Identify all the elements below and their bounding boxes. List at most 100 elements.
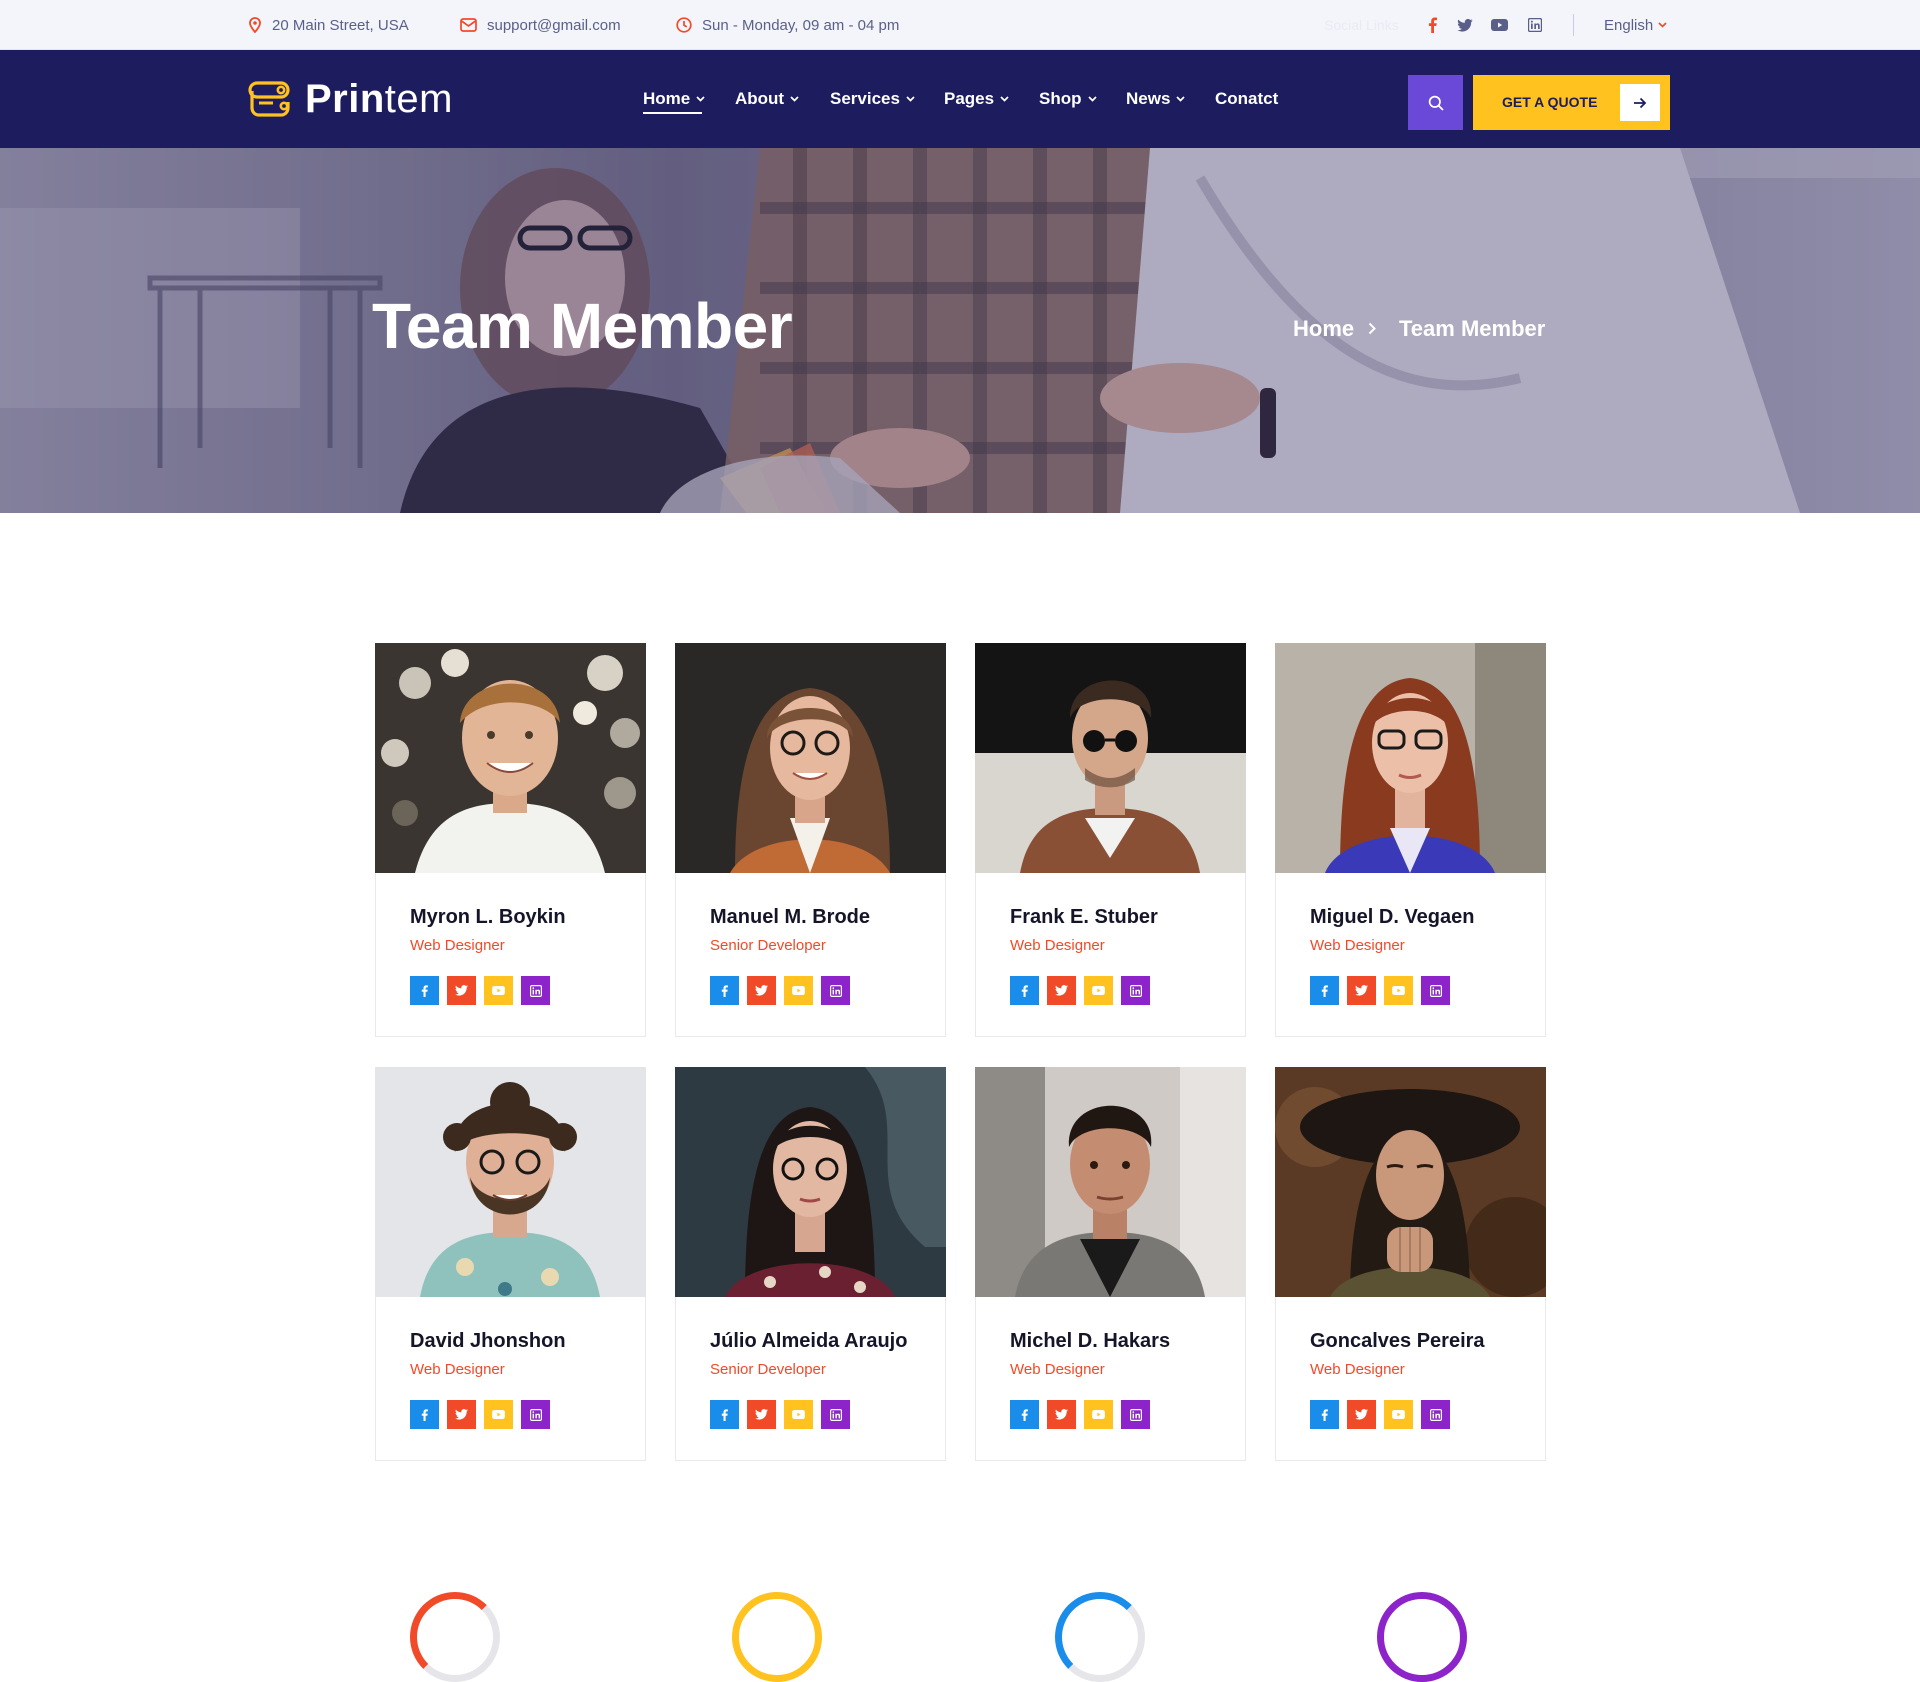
topbar-linkedin-icon[interactable] [1526, 16, 1544, 34]
chevron-down-icon [1658, 22, 1667, 28]
team-member-socials [1010, 1400, 1158, 1429]
linkedin-icon[interactable] [521, 1400, 550, 1429]
hero-team-photo [0, 148, 1920, 513]
page-title: Team Member [372, 290, 793, 362]
chevron-down-icon [696, 96, 705, 102]
team-card[interactable]: Júlio Almeida Araujo Senior Developer [675, 1067, 946, 1461]
youtube-icon[interactable] [1084, 1400, 1113, 1429]
email-text[interactable]: support@gmail.com [487, 17, 621, 34]
email-info[interactable]: support@gmail.com [460, 0, 621, 50]
team-card[interactable]: Goncalves Pereira Web Designer [1275, 1067, 1546, 1461]
team-member-photo [675, 1067, 946, 1297]
linkedin-icon[interactable] [521, 976, 550, 1005]
team-card[interactable]: Frank E. Stuber Web Designer [975, 643, 1246, 1037]
nav-home[interactable]: Home [643, 50, 705, 148]
nav-contact[interactable]: Conatct [1215, 50, 1278, 148]
nav-contact-label[interactable]: Conatct [1215, 89, 1278, 109]
youtube-icon[interactable] [484, 1400, 513, 1429]
team-member-role: Web Designer [410, 1361, 505, 1378]
progress-circle-decoration [732, 1592, 822, 1682]
facebook-icon[interactable] [1310, 1400, 1339, 1429]
chevron-down-icon [790, 96, 799, 102]
team-card[interactable]: Manuel M. Brode Senior Developer [675, 643, 946, 1037]
team-card[interactable]: David Jhonshon Web Designer [375, 1067, 646, 1461]
nav-news[interactable]: News [1126, 50, 1186, 148]
facebook-icon[interactable] [1310, 976, 1339, 1005]
twitter-icon[interactable] [1047, 1400, 1076, 1429]
get-a-quote-button[interactable]: GET A QUOTE [1473, 75, 1670, 130]
nav-shop[interactable]: Shop [1039, 50, 1097, 148]
youtube-icon[interactable] [484, 976, 513, 1005]
nav-shop-label[interactable]: Shop [1039, 89, 1082, 109]
linkedin-icon[interactable] [821, 976, 850, 1005]
team-card[interactable]: Michel D. Hakars Web Designer [975, 1067, 1246, 1461]
topbar-facebook-icon[interactable] [1423, 16, 1441, 34]
hours-text: Sun - Monday, 09 am - 04 pm [702, 16, 900, 34]
breadcrumb-home[interactable]: Home [1293, 316, 1354, 342]
youtube-icon[interactable] [1084, 976, 1113, 1005]
twitter-icon[interactable] [747, 976, 776, 1005]
chevron-down-icon [1176, 96, 1186, 102]
team-member-name: Júlio Almeida Araujo [710, 1330, 908, 1352]
twitter-icon[interactable] [1347, 976, 1376, 1005]
nav-about-label[interactable]: About [735, 89, 784, 109]
twitter-icon[interactable] [447, 976, 476, 1005]
nav-home-label[interactable]: Home [643, 89, 690, 109]
facebook-icon[interactable] [1010, 976, 1039, 1005]
nav-news-label[interactable]: News [1126, 89, 1170, 109]
nav-services[interactable]: Services [830, 50, 915, 148]
team-member-photo [975, 1067, 1246, 1297]
team-member-name: Myron L. Boykin [410, 906, 566, 928]
facebook-icon[interactable] [410, 976, 439, 1005]
nav-active-underline [643, 112, 702, 114]
team-member-socials [1010, 976, 1158, 1005]
topbar-youtube-icon[interactable] [1490, 16, 1508, 34]
quote-button-label[interactable]: GET A QUOTE [1502, 75, 1597, 130]
youtube-icon[interactable] [1384, 1400, 1413, 1429]
youtube-icon[interactable] [784, 976, 813, 1005]
twitter-icon[interactable] [1047, 976, 1076, 1005]
twitter-icon[interactable] [447, 1400, 476, 1429]
facebook-icon[interactable] [1010, 1400, 1039, 1429]
nav-about[interactable]: About [735, 50, 799, 148]
chevron-down-icon [1087, 96, 1097, 102]
nav-pages[interactable]: Pages [944, 50, 1009, 148]
team-member-name: Michel D. Hakars [1010, 1330, 1171, 1352]
language-label[interactable]: English [1604, 17, 1653, 34]
team-member-name: Manuel M. Brode [710, 906, 871, 928]
facebook-icon[interactable] [710, 976, 739, 1005]
language-selector[interactable]: English [1604, 0, 1667, 50]
linkedin-icon[interactable] [821, 1400, 850, 1429]
facebook-icon[interactable] [710, 1400, 739, 1429]
hours-info: Sun - Monday, 09 am - 04 pm [676, 0, 899, 50]
team-card[interactable]: Miguel D. Vegaen Web Designer [1275, 643, 1546, 1037]
progress-circle-decoration [1377, 1592, 1467, 1682]
linkedin-icon[interactable] [1421, 1400, 1450, 1429]
map-pin-icon [249, 17, 261, 33]
linkedin-icon[interactable] [1421, 976, 1450, 1005]
team-member-name: Miguel D. Vegaen [1310, 906, 1475, 928]
topbar-twitter-icon[interactable] [1456, 16, 1474, 34]
search-button[interactable] [1408, 75, 1463, 130]
team-member-role: Web Designer [1010, 1361, 1105, 1378]
nav-pages-label[interactable]: Pages [944, 89, 994, 109]
twitter-icon[interactable] [1347, 1400, 1376, 1429]
address-info: 20 Main Street, USA [248, 0, 409, 50]
youtube-icon[interactable] [1384, 976, 1413, 1005]
youtube-icon[interactable] [784, 1400, 813, 1429]
linkedin-icon[interactable] [1121, 1400, 1150, 1429]
brand-logo[interactable]: Printem [248, 50, 453, 148]
page-hero-banner: Team Member Home Team Member [0, 148, 1920, 513]
twitter-icon[interactable] [747, 1400, 776, 1429]
nav-services-label[interactable]: Services [830, 89, 900, 109]
team-member-socials [710, 976, 858, 1005]
chevron-down-icon [1000, 96, 1009, 102]
team-member-socials [1310, 1400, 1458, 1429]
team-member-role: Web Designer [410, 937, 505, 954]
team-card[interactable]: Myron L. Boykin Web Designer [375, 643, 646, 1037]
team-member-role: Web Designer [1310, 1361, 1405, 1378]
linkedin-icon[interactable] [1121, 976, 1150, 1005]
team-member-photo [975, 643, 1246, 873]
facebook-icon[interactable] [410, 1400, 439, 1429]
team-member-name: Frank E. Stuber [1010, 906, 1158, 928]
